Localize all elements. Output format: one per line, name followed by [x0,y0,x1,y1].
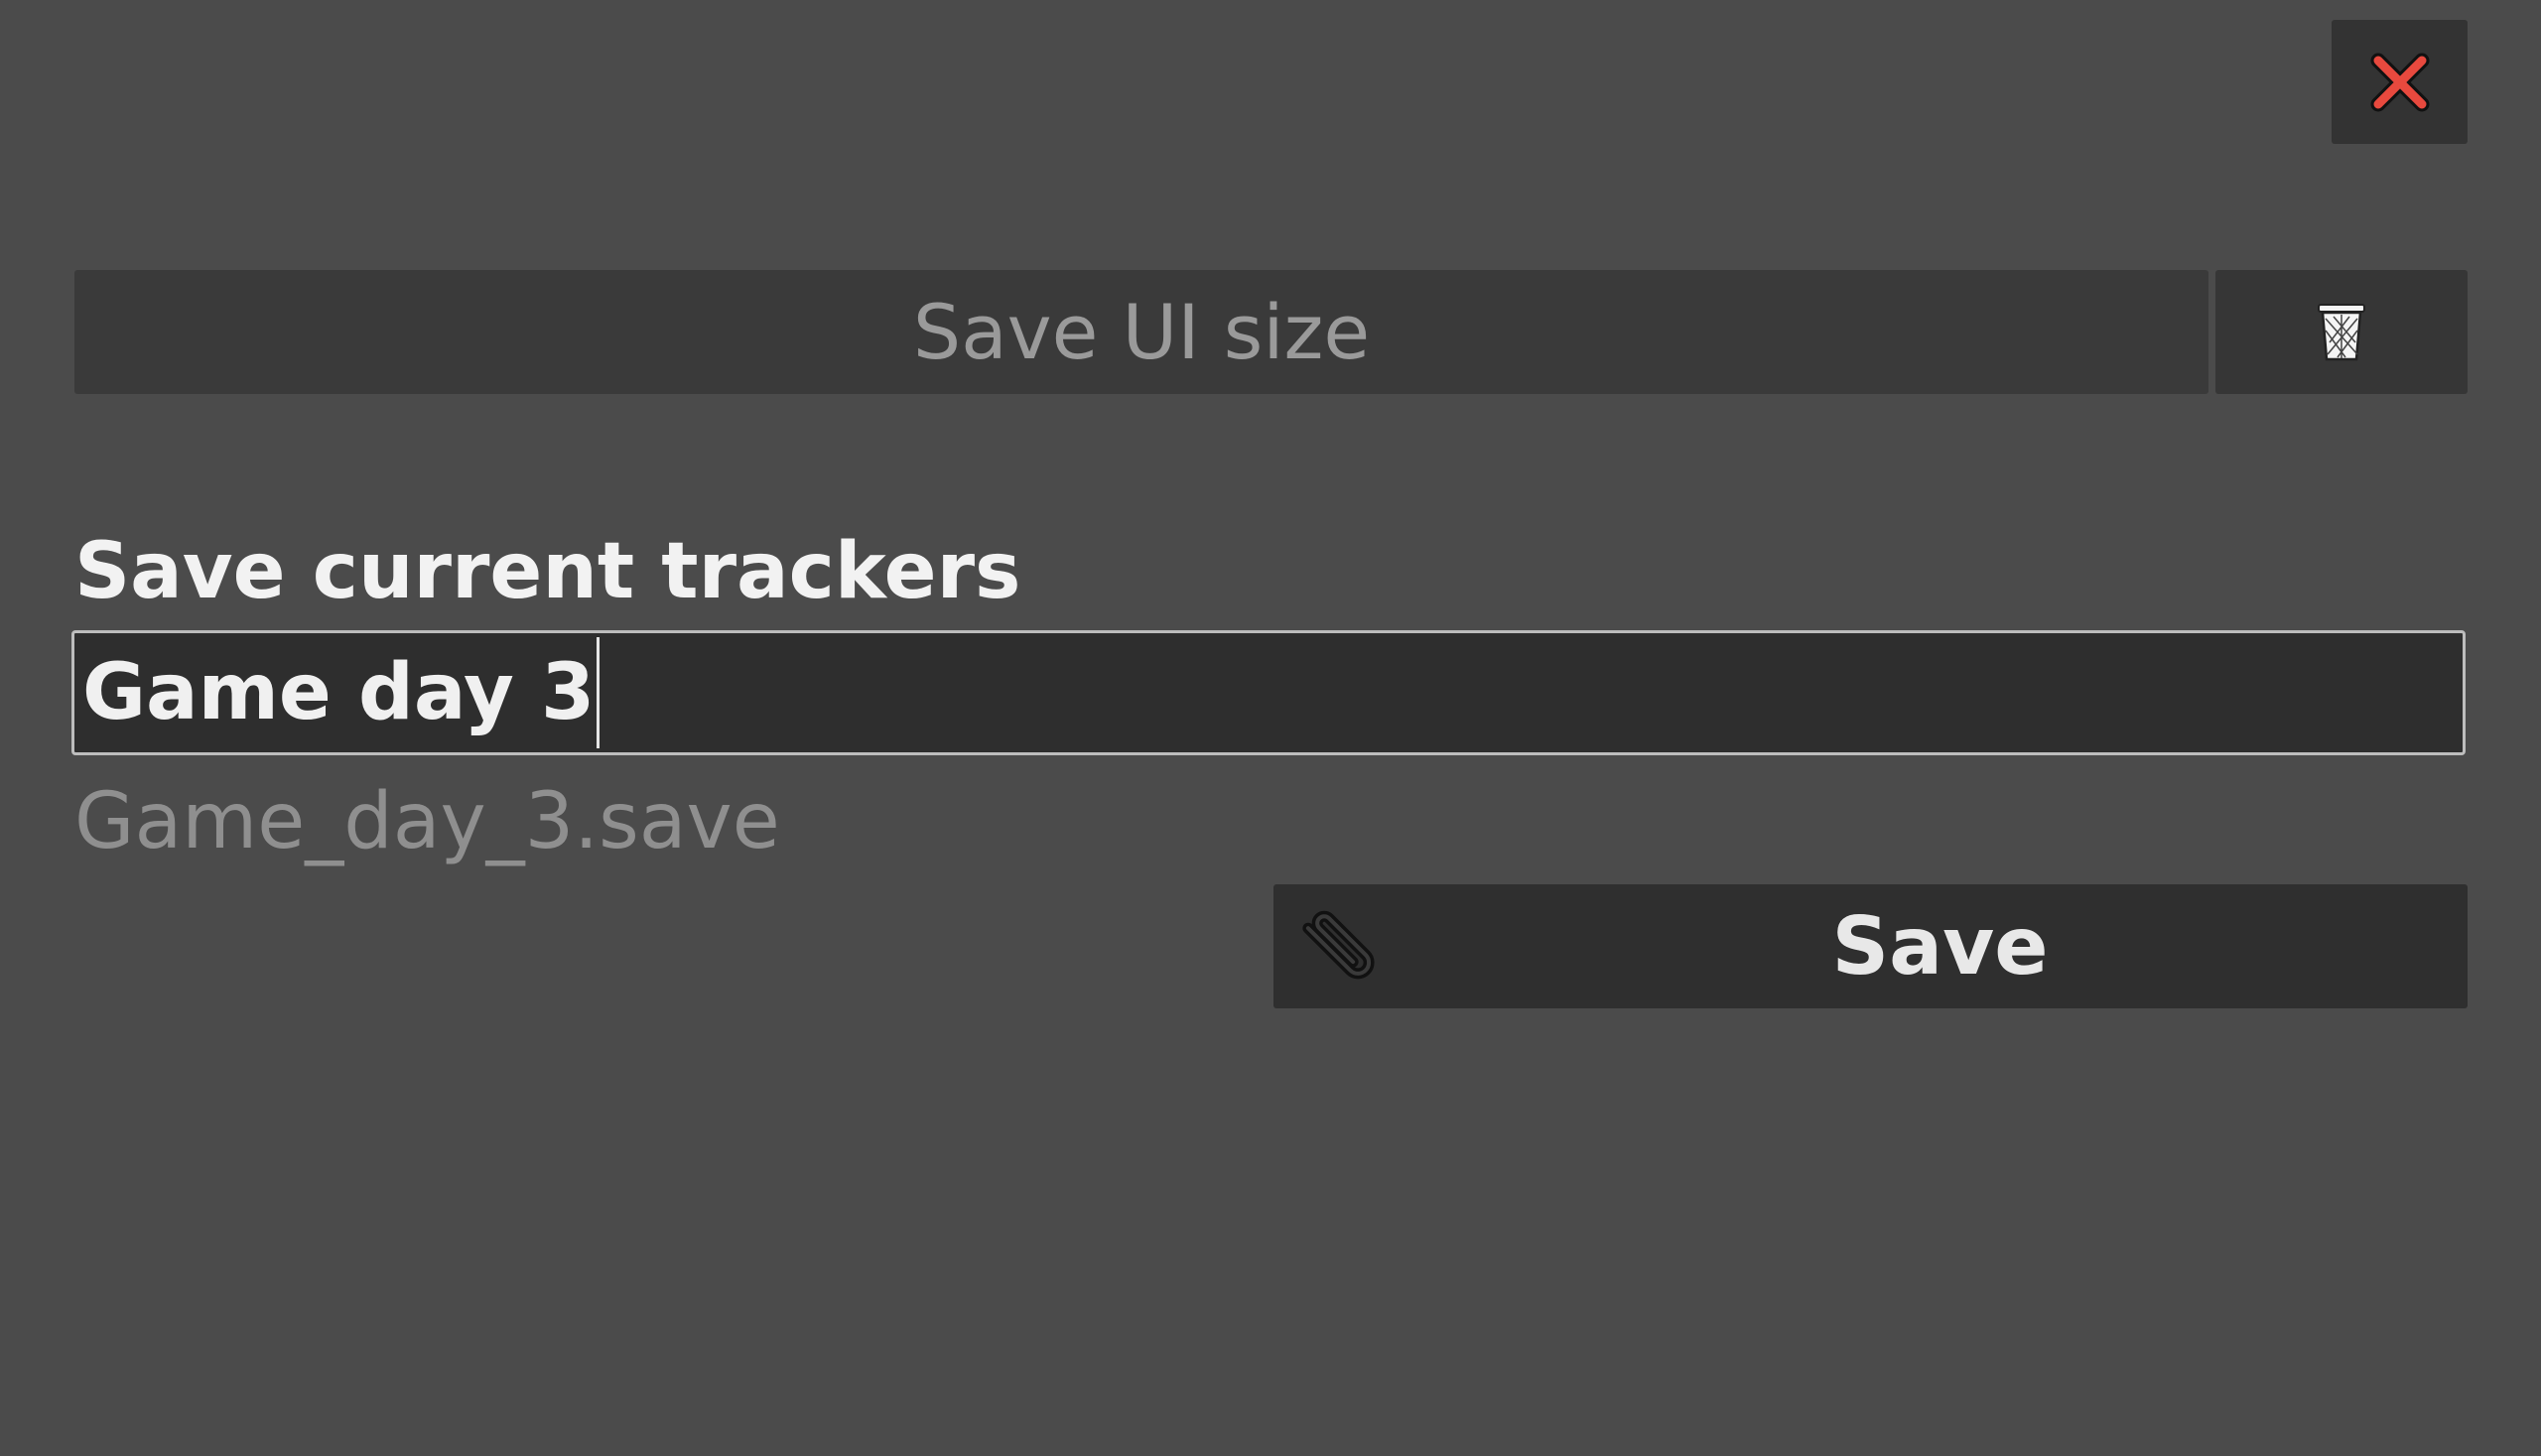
save-ui-size-button[interactable]: Save UI size [74,270,2208,394]
tracker-name-value: Game day 3 [82,648,596,737]
save-button[interactable]: Save [1273,884,2468,1008]
filename-preview: Game_day_3.save [74,777,780,866]
close-button[interactable] [2332,20,2468,144]
delete-ui-size-button[interactable] [2215,270,2468,394]
text-caret [597,637,601,748]
save-dialog: Save UI size Save current trackers Game … [0,0,2541,1456]
section-title: Save current trackers [74,527,1021,616]
save-ui-size-label: Save UI size [912,288,1371,376]
save-button-label: Save [1831,900,2049,993]
close-icon [2370,53,2429,111]
trash-icon [2318,303,2365,360]
tracker-name-input[interactable]: Game day 3 [71,630,2466,755]
